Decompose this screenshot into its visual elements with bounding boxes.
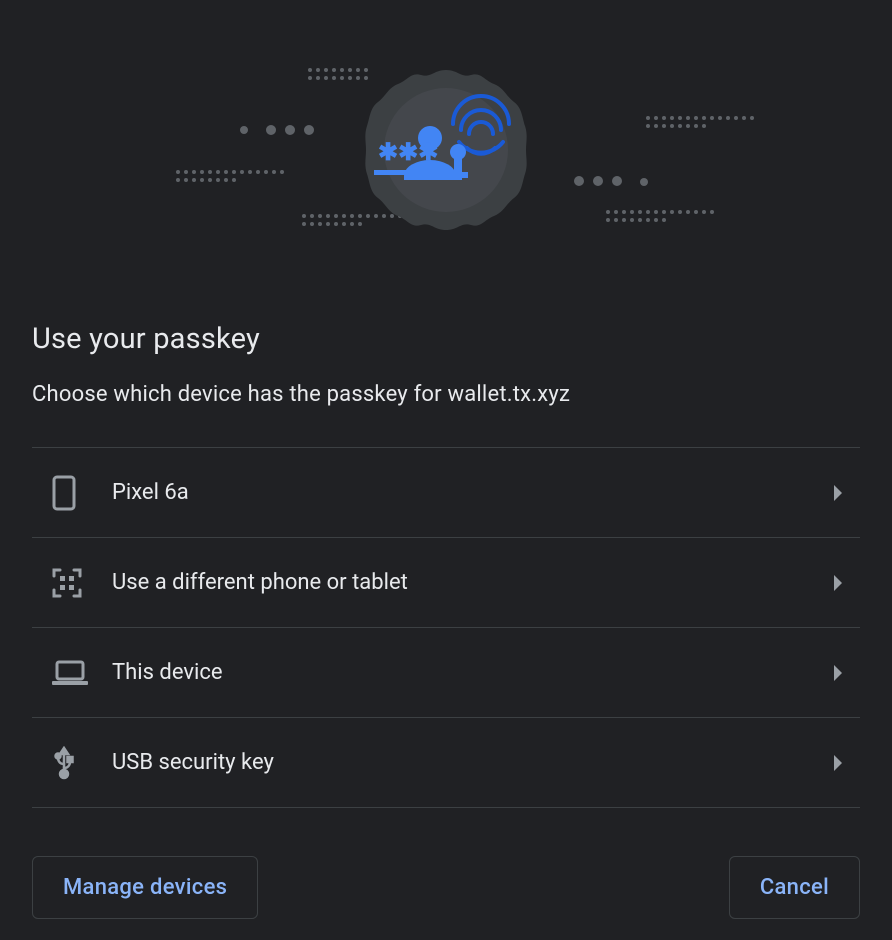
option-this-device[interactable]: This device [32,628,860,718]
manage-devices-button[interactable]: Manage devices [32,856,258,919]
option-pixel-6a[interactable]: Pixel 6a [32,448,860,538]
chevron-right-icon [830,573,860,593]
passkey-illustration: ✱✱✱ [32,20,860,280]
laptop-icon [32,659,92,687]
dialog-subtitle: Choose which device has the passkey for … [32,382,860,407]
option-label: Pixel 6a [92,480,830,505]
device-options: Pixel 6a Use a different phone or tablet [32,447,860,808]
option-different-device[interactable]: Use a different phone or tablet [32,538,860,628]
dialog-title: Use your passkey [32,322,860,356]
dialog-footer: Manage devices Cancel [32,856,860,919]
cancel-button[interactable]: Cancel [729,856,860,919]
option-label: Use a different phone or tablet [92,570,830,595]
chevron-right-icon [830,753,860,773]
smartphone-icon [32,475,92,511]
option-usb-key[interactable]: USB security key [32,718,860,808]
passkey-badge-icon: ✱✱✱ [356,60,536,240]
usb-icon [32,746,92,780]
chevron-right-icon [830,483,860,503]
option-label: This device [92,660,830,685]
chevron-right-icon [830,663,860,683]
passkey-dialog: ✱✱✱ Use your passkey Choose which device… [0,0,892,940]
svg-text:✱✱✱: ✱✱✱ [378,138,438,166]
qr-icon [32,568,92,598]
option-label: USB security key [92,750,830,775]
